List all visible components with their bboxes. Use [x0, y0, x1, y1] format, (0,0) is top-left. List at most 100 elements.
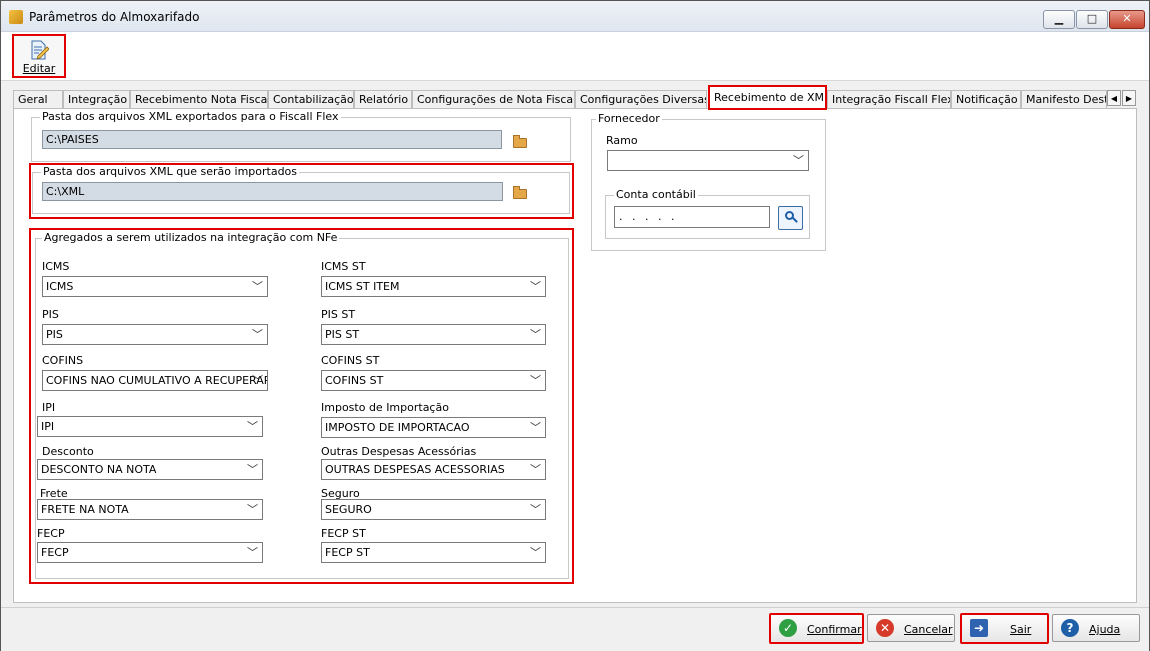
tab-configuracoes-diversas[interactable]: Configurações Diversas — [575, 90, 707, 108]
desconto-label: Desconto — [42, 445, 94, 458]
chevron-down-icon: ﹀ — [247, 463, 258, 476]
confirm-label: Confirmar — [807, 623, 862, 636]
check-icon: ✓ — [779, 619, 797, 637]
outras-despesas-label: Outras Despesas Acessórias — [321, 445, 477, 458]
account-legend: Conta contábil — [614, 188, 698, 201]
aggregates-group: Agregados a serem utilizados na integraç… — [35, 231, 569, 579]
close-button[interactable]: ✕ — [1109, 10, 1145, 29]
pis-st-label: PIS ST — [321, 308, 356, 321]
title-bar: Parâmetros do Almoxarifado ▁ □ ✕ — [1, 1, 1149, 32]
chevron-down-icon: ﹀ — [793, 154, 804, 167]
tab-geral[interactable]: Geral — [13, 90, 63, 108]
chevron-down-icon: ﹀ — [247, 546, 258, 559]
cofins-value: COFINS NAO CUMULATIVO A RECUPERAR — [46, 374, 268, 387]
export-folder-group: Pasta dos arquivos XML exportados para o… — [31, 110, 571, 162]
tab-notificacao[interactable]: Notificação — [951, 90, 1021, 108]
toolbar: Editar — [1, 32, 1149, 81]
chevron-down-icon: ﹀ — [247, 420, 258, 433]
tab-integracao-fiscall-flex[interactable]: Integração Fiscall Flex — [827, 90, 951, 108]
tab-recebimento-xml[interactable]: Recebimento de XML — [708, 85, 827, 110]
frete-select[interactable]: FRETE NA NOTA ﹀ — [37, 499, 263, 520]
chevron-down-icon: ﹀ — [252, 280, 263, 293]
fecp-st-select[interactable]: FECP ST ﹀ — [321, 542, 546, 563]
seguro-select[interactable]: SEGURO ﹀ — [321, 499, 546, 520]
imposto-importacao-value: IMPOSTO DE IMPORTACAO — [325, 421, 470, 434]
cancel-label: Cancelar — [904, 623, 953, 636]
aggregates-legend: Agregados a serem utilizados na integraç… — [42, 231, 340, 244]
tab-recebimento-nota-fiscal[interactable]: Recebimento Nota Fiscal — [130, 90, 268, 108]
imposto-importacao-label: Imposto de Importação — [321, 401, 449, 414]
icms-label: ICMS — [42, 260, 70, 273]
cofins-label: COFINS — [42, 354, 84, 367]
fecp-label: FECP — [37, 527, 65, 540]
edit-button-label: Editar — [22, 62, 56, 75]
account-input[interactable]: . . . . . — [614, 206, 770, 228]
export-folder-input[interactable]: C:\PAISES — [42, 130, 502, 149]
app-icon — [9, 10, 23, 24]
icms-value: ICMS — [46, 280, 74, 293]
help-button[interactable]: ? Ajuda — [1052, 614, 1140, 642]
pis-st-select[interactable]: PIS ST ﹀ — [321, 324, 546, 345]
ramo-label: Ramo — [606, 134, 638, 147]
exit-button[interactable]: ➜ Sair — [960, 613, 1049, 644]
tab-contabilizacao[interactable]: Contabilização — [268, 90, 354, 108]
fecp-value: FECP — [41, 546, 69, 559]
maximize-button[interactable]: □ — [1076, 10, 1108, 29]
tab-configuracoes-nota-fiscal[interactable]: Configurações de Nota Fiscal — [412, 90, 575, 108]
ipi-label: IPI — [42, 401, 56, 414]
chevron-down-icon: ﹀ — [252, 374, 263, 387]
cofins-st-value: COFINS ST — [325, 374, 384, 387]
imposto-importacao-select[interactable]: IMPOSTO DE IMPORTACAO ﹀ — [321, 417, 546, 438]
icms-select[interactable]: ICMS ﹀ — [42, 276, 268, 297]
window-title: Parâmetros do Almoxarifado — [29, 10, 200, 24]
outras-despesas-select[interactable]: OUTRAS DESPESAS ACESSORIAS ﹀ — [321, 459, 546, 480]
icms-st-value: ICMS ST ITEM — [325, 280, 400, 293]
icms-st-select[interactable]: ICMS ST ITEM ﹀ — [321, 276, 546, 297]
chevron-down-icon: ﹀ — [530, 280, 541, 293]
chevron-down-icon: ﹀ — [252, 328, 263, 341]
minimize-button[interactable]: ▁ — [1043, 10, 1075, 29]
cancel-icon: ✕ — [876, 619, 894, 637]
tab-strip: Geral Integração Recebimento Nota Fiscal… — [13, 85, 1139, 110]
import-folder-browse-icon[interactable] — [513, 186, 527, 199]
edit-document-icon — [31, 40, 49, 60]
pis-select[interactable]: PIS ﹀ — [42, 324, 268, 345]
pis-value: PIS — [46, 328, 63, 341]
outras-despesas-value: OUTRAS DESPESAS ACESSORIAS — [325, 463, 505, 476]
import-folder-input[interactable]: C:\XML — [42, 182, 503, 201]
desconto-value: DESCONTO NA NOTA — [41, 463, 157, 476]
tab-manifesto-destinatario[interactable]: Manifesto Dest — [1021, 90, 1107, 108]
chevron-down-icon: ﹀ — [530, 503, 541, 516]
frete-value: FRETE NA NOTA — [41, 503, 129, 516]
tab-panel: Pasta dos arquivos XML exportados para o… — [13, 108, 1137, 603]
fecp-select[interactable]: FECP ﹀ — [37, 542, 263, 563]
cancel-button[interactable]: ✕ Cancelar — [867, 614, 955, 642]
cofins-st-select[interactable]: COFINS ST ﹀ — [321, 370, 546, 391]
account-search-button[interactable] — [778, 206, 803, 230]
exit-label: Sair — [1010, 623, 1032, 636]
tab-integracao[interactable]: Integração — [63, 90, 130, 108]
pis-label: PIS — [42, 308, 59, 321]
exit-door-icon: ➜ — [970, 619, 988, 637]
supplier-group: Fornecedor Ramo ﹀ Conta contábil . . . .… — [591, 112, 826, 251]
pis-st-value: PIS ST — [325, 328, 360, 341]
bottom-bar: ✓ Confirmar ✕ Cancelar ➜ Sair ? Ajuda — [1, 607, 1149, 651]
ramo-select[interactable]: ﹀ — [607, 150, 809, 171]
account-group: Conta contábil . . . . . — [605, 188, 810, 239]
icms-st-label: ICMS ST — [321, 260, 366, 273]
ipi-select[interactable]: IPI ﹀ — [37, 416, 263, 437]
tab-scroll-left-icon[interactable]: ◀ — [1107, 90, 1121, 106]
help-icon: ? — [1061, 619, 1079, 637]
export-folder-browse-icon[interactable] — [513, 135, 527, 148]
ipi-value: IPI — [41, 420, 55, 433]
import-folder-legend: Pasta dos arquivos XML que serão importa… — [41, 165, 300, 178]
confirm-button[interactable]: ✓ Confirmar — [769, 613, 864, 644]
tab-relatorio[interactable]: Relatório — [354, 90, 412, 108]
tab-scroll-right-icon[interactable]: ▶ — [1122, 90, 1136, 106]
seguro-value: SEGURO — [325, 503, 372, 516]
edit-button[interactable]: Editar — [12, 34, 66, 78]
supplier-legend: Fornecedor — [596, 112, 662, 125]
desconto-select[interactable]: DESCONTO NA NOTA ﹀ — [37, 459, 263, 480]
chevron-down-icon: ﹀ — [530, 421, 541, 434]
cofins-select[interactable]: COFINS NAO CUMULATIVO A RECUPERAR ﹀ — [42, 370, 268, 391]
